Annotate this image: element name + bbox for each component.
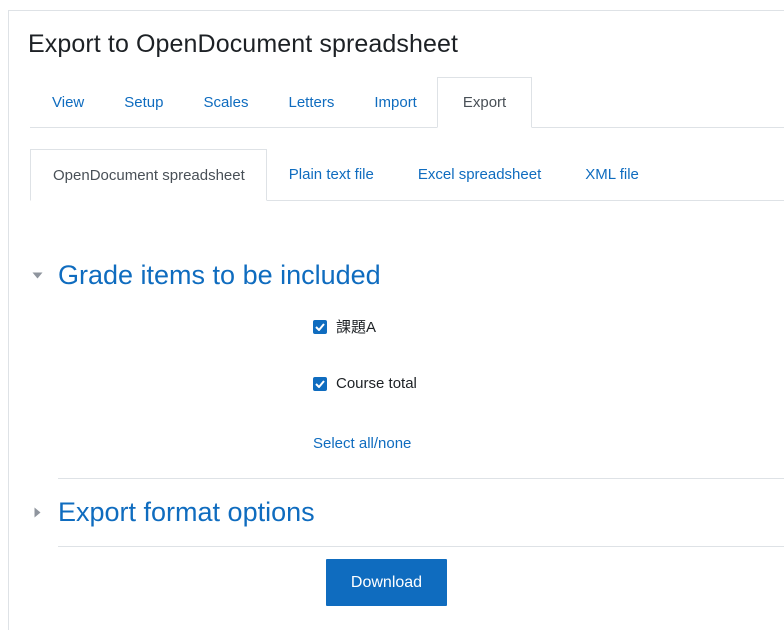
grade-item-course-total[interactable]: Course total [313, 375, 417, 392]
export-format-options-toggle[interactable]: Export format options [30, 497, 315, 528]
tab-view[interactable]: View [30, 77, 104, 127]
grade-item-kadai-a-label: 課題A [336, 319, 377, 336]
caret-down-icon [30, 269, 44, 283]
grade-item-course-total-checkbox[interactable] [313, 376, 327, 391]
caret-right-icon [30, 506, 44, 520]
section-divider [58, 478, 784, 479]
tab-export[interactable]: Export [436, 77, 533, 128]
export-format-options-title: Export format options [58, 497, 315, 527]
tab-opendocument-spreadsheet[interactable]: OpenDocument spreadsheet [30, 149, 267, 201]
tab-excel-spreadsheet[interactable]: Excel spreadsheet [396, 149, 563, 200]
grade-item-kadai-a-checkbox[interactable] [313, 319, 327, 334]
tab-import[interactable]: Import [354, 77, 437, 127]
check-icon [315, 379, 325, 388]
grade-item-kadai-a[interactable]: 課題A [313, 316, 376, 337]
grade-item-course-total-label: Course total [336, 375, 417, 392]
secondary-tabs: OpenDocument spreadsheet Plain text file… [30, 149, 784, 201]
grade-items-section-title: Grade items to be included [58, 260, 381, 290]
grade-items-section-toggle[interactable]: Grade items to be included [30, 260, 381, 291]
section-divider [58, 546, 784, 547]
tab-letters[interactable]: Letters [268, 77, 354, 127]
tab-plain-text-file[interactable]: Plain text file [267, 149, 396, 200]
tab-setup[interactable]: Setup [104, 77, 183, 127]
tab-xml-file[interactable]: XML file [563, 149, 661, 200]
page-title: Export to OpenDocument spreadsheet [28, 30, 459, 58]
tab-scales[interactable]: Scales [183, 77, 268, 127]
download-button[interactable]: Download [326, 559, 447, 606]
check-icon [315, 322, 325, 331]
select-all-none-link[interactable]: Select all/none [313, 435, 411, 452]
primary-tabs: View Setup Scales Letters Import Export [30, 77, 784, 128]
